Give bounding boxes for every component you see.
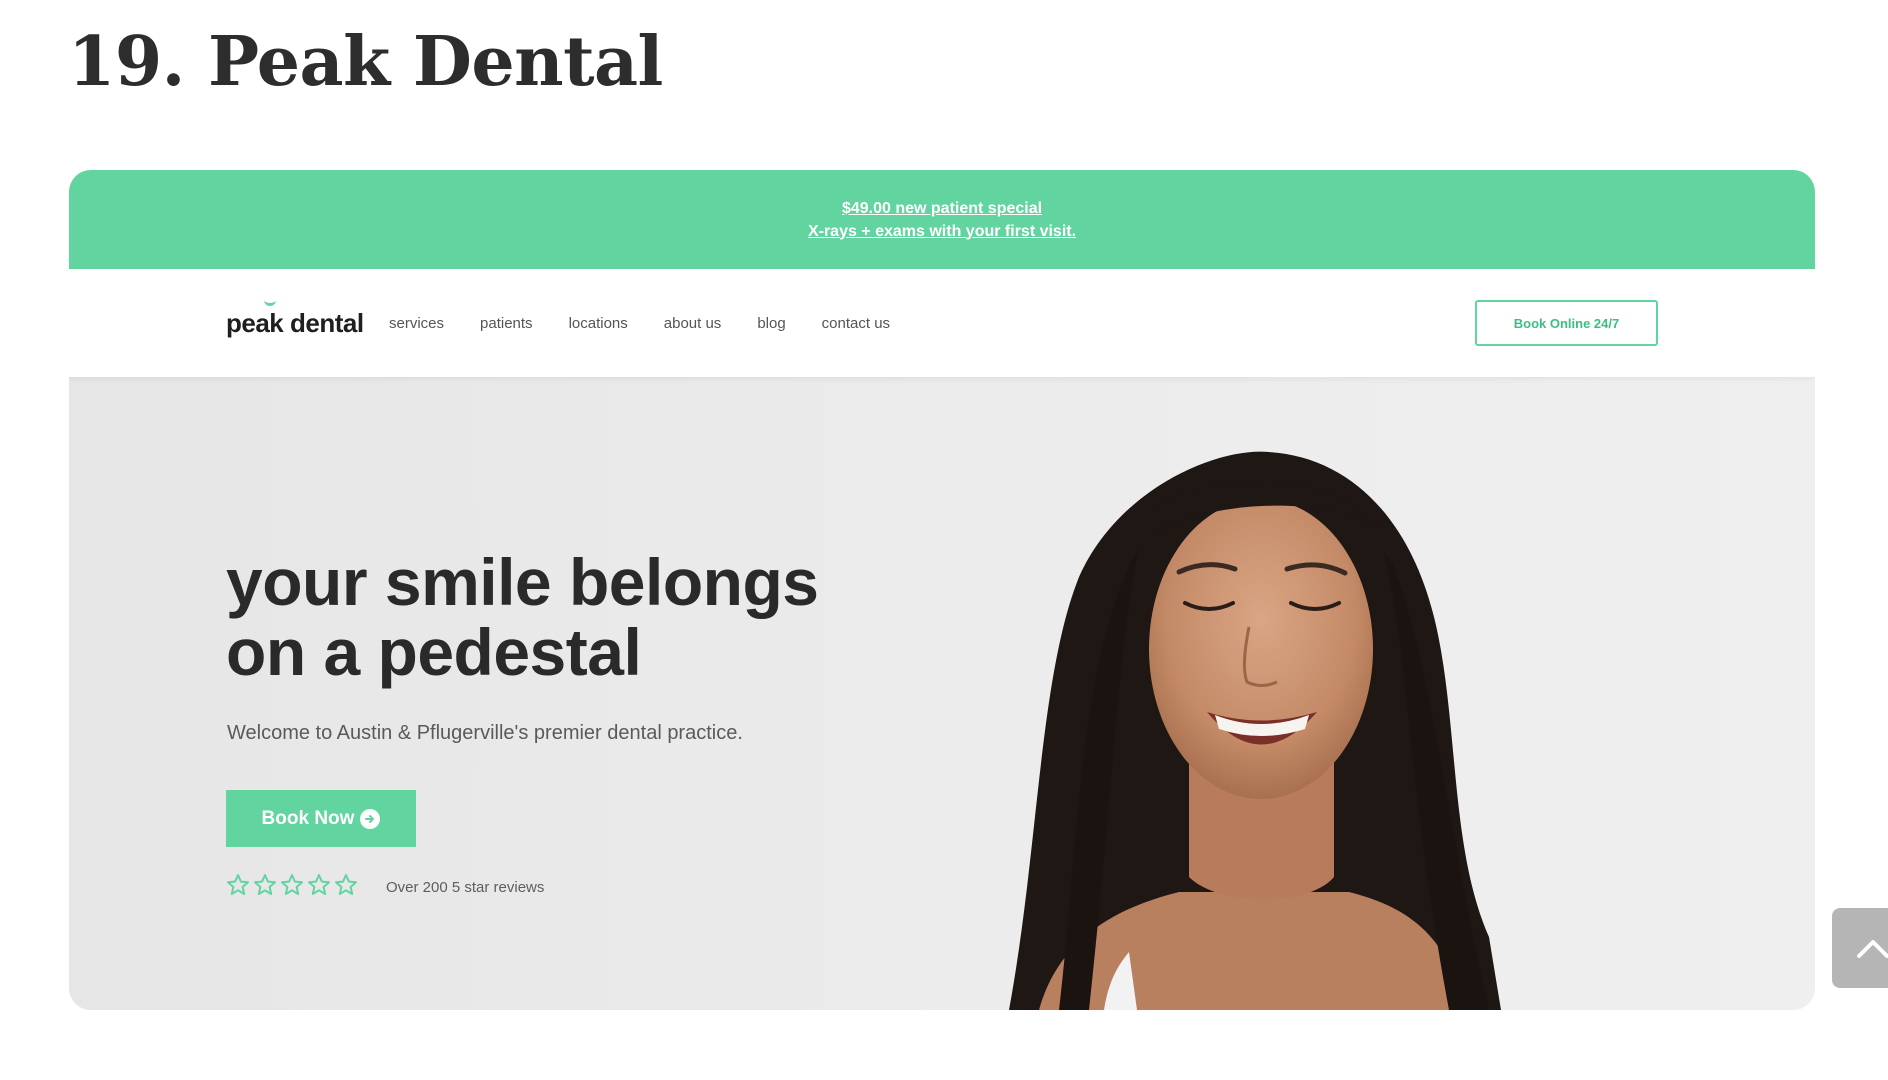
book-now-label: Book Now (261, 807, 355, 829)
peak-dental-logo[interactable]: peak dental (226, 303, 364, 339)
nav-link-contact-us[interactable]: contact us (822, 315, 890, 332)
book-now-button[interactable]: Book Now (226, 790, 416, 847)
hero-headline: your smile belongs on a pedestal (226, 547, 946, 687)
star-outline-icon (308, 874, 330, 895)
page: 19. Peak Dental $49.00 new patient speci… (0, 0, 1888, 1080)
star-outline-icon (335, 874, 357, 895)
star-outline-icon (227, 874, 249, 895)
hero-photo (1009, 451, 1501, 1010)
book-online-button[interactable]: Book Online 24/7 (1475, 300, 1658, 346)
article-title: 19. Peak Dental (68, 22, 663, 102)
star-rating (226, 873, 361, 897)
arrow-right-circle-icon (360, 808, 381, 829)
site-navbar: peak dental services patients locations … (69, 269, 1815, 377)
nav-link-blog[interactable]: blog (757, 315, 785, 332)
nav-link-services[interactable]: services (389, 315, 444, 332)
hero-section: your smile belongs on a pedestal Welcome… (69, 377, 1815, 1010)
star-outline-icon (254, 874, 276, 895)
nav-link-patients[interactable]: patients (480, 315, 533, 332)
hero-headline-line2: on a pedestal (226, 615, 642, 689)
promo-banner: $49.00 new patient special X-rays + exam… (69, 170, 1815, 269)
nav-link-about-us[interactable]: about us (664, 315, 722, 332)
promo-link-xrays[interactable]: X-rays + exams with your first visit. (808, 220, 1076, 243)
scroll-to-top-button[interactable] (1832, 908, 1888, 988)
chevron-up-icon (1857, 940, 1888, 958)
logo-accent-icon (264, 300, 276, 306)
hero-headline-line1: your smile belongs (226, 545, 819, 619)
hero-subtitle: Welcome to Austin & Pflugerville's premi… (227, 722, 743, 744)
reviews-count: Over 200 5 star reviews (386, 879, 545, 896)
nav-links: services patients locations about us blo… (389, 315, 926, 332)
promo-link-special[interactable]: $49.00 new patient special (842, 197, 1042, 220)
star-outline-icon (281, 874, 303, 895)
nav-link-locations[interactable]: locations (569, 315, 628, 332)
website-screenshot: $49.00 new patient special X-rays + exam… (69, 170, 1815, 1010)
logo-text: peak dental (226, 308, 364, 338)
